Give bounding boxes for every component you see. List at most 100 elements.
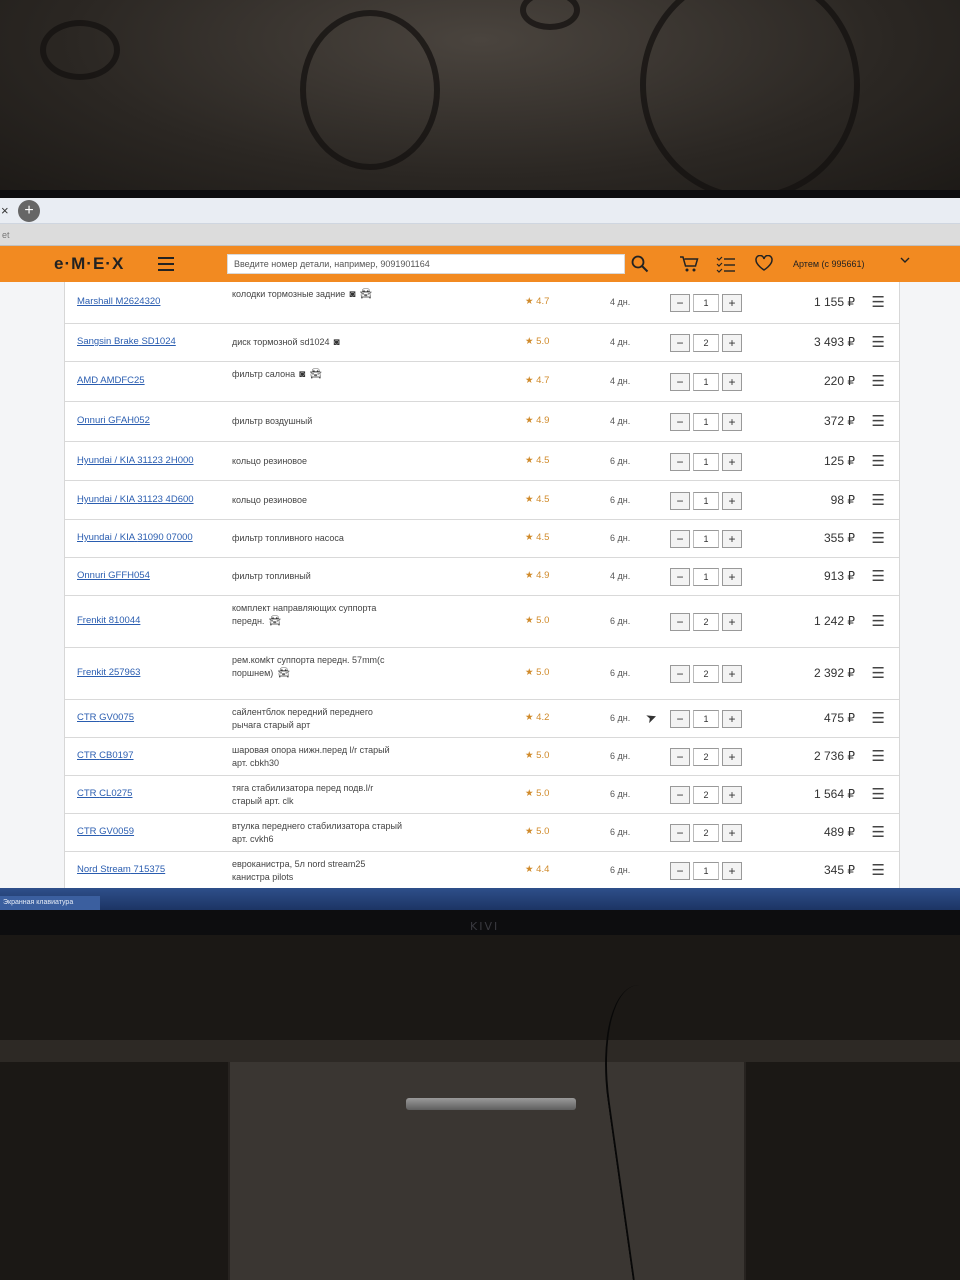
increase-qty-button[interactable]: + — [722, 748, 742, 766]
row-menu-icon[interactable]: ☰ — [872, 491, 885, 509]
heart-icon[interactable] — [754, 254, 774, 273]
decrease-qty-button[interactable]: − — [670, 710, 690, 728]
part-link[interactable]: Hyundai / KIA 31123 2H000 — [77, 455, 194, 466]
increase-qty-button[interactable]: + — [722, 568, 742, 586]
quantity-field[interactable]: 1 — [693, 492, 719, 510]
quantity-field[interactable]: 1 — [693, 413, 719, 431]
row-menu-icon[interactable]: ☰ — [872, 529, 885, 547]
camera-icon[interactable]: ◙ — [349, 288, 355, 301]
part-link[interactable]: CTR GV0075 — [77, 712, 134, 723]
decrease-qty-button[interactable]: − — [670, 613, 690, 631]
quantity-field[interactable]: 2 — [693, 748, 719, 766]
quantity-field[interactable]: 2 — [693, 824, 719, 842]
row-menu-icon[interactable]: ☰ — [872, 823, 885, 841]
row-menu-icon[interactable]: ☰ — [872, 452, 885, 470]
decrease-qty-button[interactable]: − — [670, 413, 690, 431]
row-menu-icon[interactable]: ☰ — [872, 412, 885, 430]
row-menu-icon[interactable]: ☰ — [872, 785, 885, 803]
row-menu-icon[interactable]: ☰ — [872, 293, 885, 311]
quantity-field[interactable]: 1 — [693, 862, 719, 880]
part-link[interactable]: Frenkit 810044 — [77, 615, 140, 626]
quantity-field[interactable]: 2 — [693, 665, 719, 683]
decrease-qty-button[interactable]: − — [670, 748, 690, 766]
decrease-qty-button[interactable]: − — [670, 453, 690, 471]
increase-qty-button[interactable]: + — [722, 862, 742, 880]
tab-close-icon[interactable]: × — [0, 198, 12, 224]
decrease-qty-button[interactable]: − — [670, 373, 690, 391]
quantity-field[interactable]: 2 — [693, 334, 719, 352]
row-menu-icon[interactable]: ☰ — [872, 372, 885, 390]
car-icon[interactable]: 🚘︎ — [309, 368, 322, 381]
chevron-down-icon[interactable] — [900, 255, 910, 268]
increase-qty-button[interactable]: + — [722, 786, 742, 804]
part-link[interactable]: CTR CB0197 — [77, 750, 134, 761]
decrease-qty-button[interactable]: − — [670, 665, 690, 683]
cart-icon[interactable] — [679, 255, 699, 273]
row-menu-icon[interactable]: ☰ — [872, 664, 885, 682]
menu-icon[interactable] — [158, 257, 176, 271]
increase-qty-button[interactable]: + — [722, 453, 742, 471]
decrease-qty-button[interactable]: − — [670, 334, 690, 352]
row-menu-icon[interactable]: ☰ — [872, 747, 885, 765]
part-link[interactable]: Hyundai / KIA 31123 4D600 — [77, 494, 194, 505]
decrease-qty-button[interactable]: − — [670, 786, 690, 804]
taskbar-item-onscreen-keyboard[interactable]: Экранная клавиатура — [0, 896, 100, 910]
quantity-field[interactable]: 2 — [693, 786, 719, 804]
increase-qty-button[interactable]: + — [722, 334, 742, 352]
part-link[interactable]: Onnuri GFAH052 — [77, 415, 150, 426]
increase-qty-button[interactable]: + — [722, 613, 742, 631]
search-input[interactable] — [227, 254, 625, 274]
part-link[interactable]: AMD AMDFC25 — [77, 375, 145, 386]
increase-qty-button[interactable]: + — [722, 530, 742, 548]
decrease-qty-button[interactable]: − — [670, 862, 690, 880]
car-icon[interactable]: 🚘︎ — [268, 615, 281, 628]
part-description: втулка переднего стабилизатора старый ар… — [232, 820, 404, 846]
part-link[interactable]: Frenkit 257963 — [77, 667, 140, 678]
part-link[interactable]: Nord Stream 715375 — [77, 864, 165, 875]
part-link[interactable]: Hyundai / KIA 31090 07000 — [77, 532, 193, 543]
part-link[interactable]: CTR CL0275 — [77, 788, 132, 799]
car-icon[interactable]: 🚘︎ — [277, 667, 290, 680]
address-bar[interactable]: et — [0, 224, 960, 246]
new-tab-icon[interactable]: + — [18, 199, 40, 222]
quantity-field[interactable]: 1 — [693, 530, 719, 548]
increase-qty-button[interactable]: + — [722, 665, 742, 683]
part-link[interactable]: Onnuri GFFH054 — [77, 570, 150, 581]
car-icon[interactable]: 🚘︎ — [359, 288, 372, 301]
camera-icon[interactable]: ◙ — [299, 368, 305, 381]
quantity-field[interactable]: 1 — [693, 373, 719, 391]
row-menu-icon[interactable]: ☰ — [872, 612, 885, 630]
decrease-qty-button[interactable]: − — [670, 824, 690, 842]
quantity-field[interactable]: 1 — [693, 453, 719, 471]
decrease-qty-button[interactable]: − — [670, 294, 690, 312]
quantity-field[interactable]: 1 — [693, 568, 719, 586]
search-icon[interactable] — [630, 255, 650, 273]
increase-qty-button[interactable]: + — [722, 824, 742, 842]
increase-qty-button[interactable]: + — [722, 373, 742, 391]
decrease-qty-button[interactable]: − — [670, 568, 690, 586]
row-menu-icon[interactable]: ☰ — [872, 861, 885, 879]
increase-qty-button[interactable]: + — [722, 710, 742, 728]
row-menu-icon[interactable]: ☰ — [872, 333, 885, 351]
row-menu-icon[interactable]: ☰ — [872, 709, 885, 727]
quantity-field[interactable]: 1 — [693, 294, 719, 312]
part-link[interactable]: Marshall M2624320 — [77, 296, 160, 307]
user-account-link[interactable]: Артем (с 995661) — [793, 259, 865, 269]
drawer-handle — [406, 1098, 576, 1110]
increase-qty-button[interactable]: + — [722, 492, 742, 510]
delivery-days: 6 дн. — [610, 789, 631, 799]
quantity-field[interactable]: 1 — [693, 710, 719, 728]
list-icon[interactable] — [716, 255, 736, 273]
decrease-qty-button[interactable]: − — [670, 492, 690, 510]
part-description: евроканистра, 5л nord stream25 канистра … — [232, 858, 404, 884]
quantity-field[interactable]: 2 — [693, 613, 719, 631]
row-menu-icon[interactable]: ☰ — [872, 567, 885, 585]
decrease-qty-button[interactable]: − — [670, 530, 690, 548]
part-brand: CTR — [77, 826, 97, 837]
part-link[interactable]: CTR GV0059 — [77, 826, 134, 837]
part-link[interactable]: Sangsin Brake SD1024 — [77, 336, 176, 347]
increase-qty-button[interactable]: + — [722, 413, 742, 431]
increase-qty-button[interactable]: + — [722, 294, 742, 312]
emex-logo[interactable]: e·M·E·X — [54, 254, 146, 274]
camera-icon[interactable]: ◙ — [334, 336, 340, 349]
